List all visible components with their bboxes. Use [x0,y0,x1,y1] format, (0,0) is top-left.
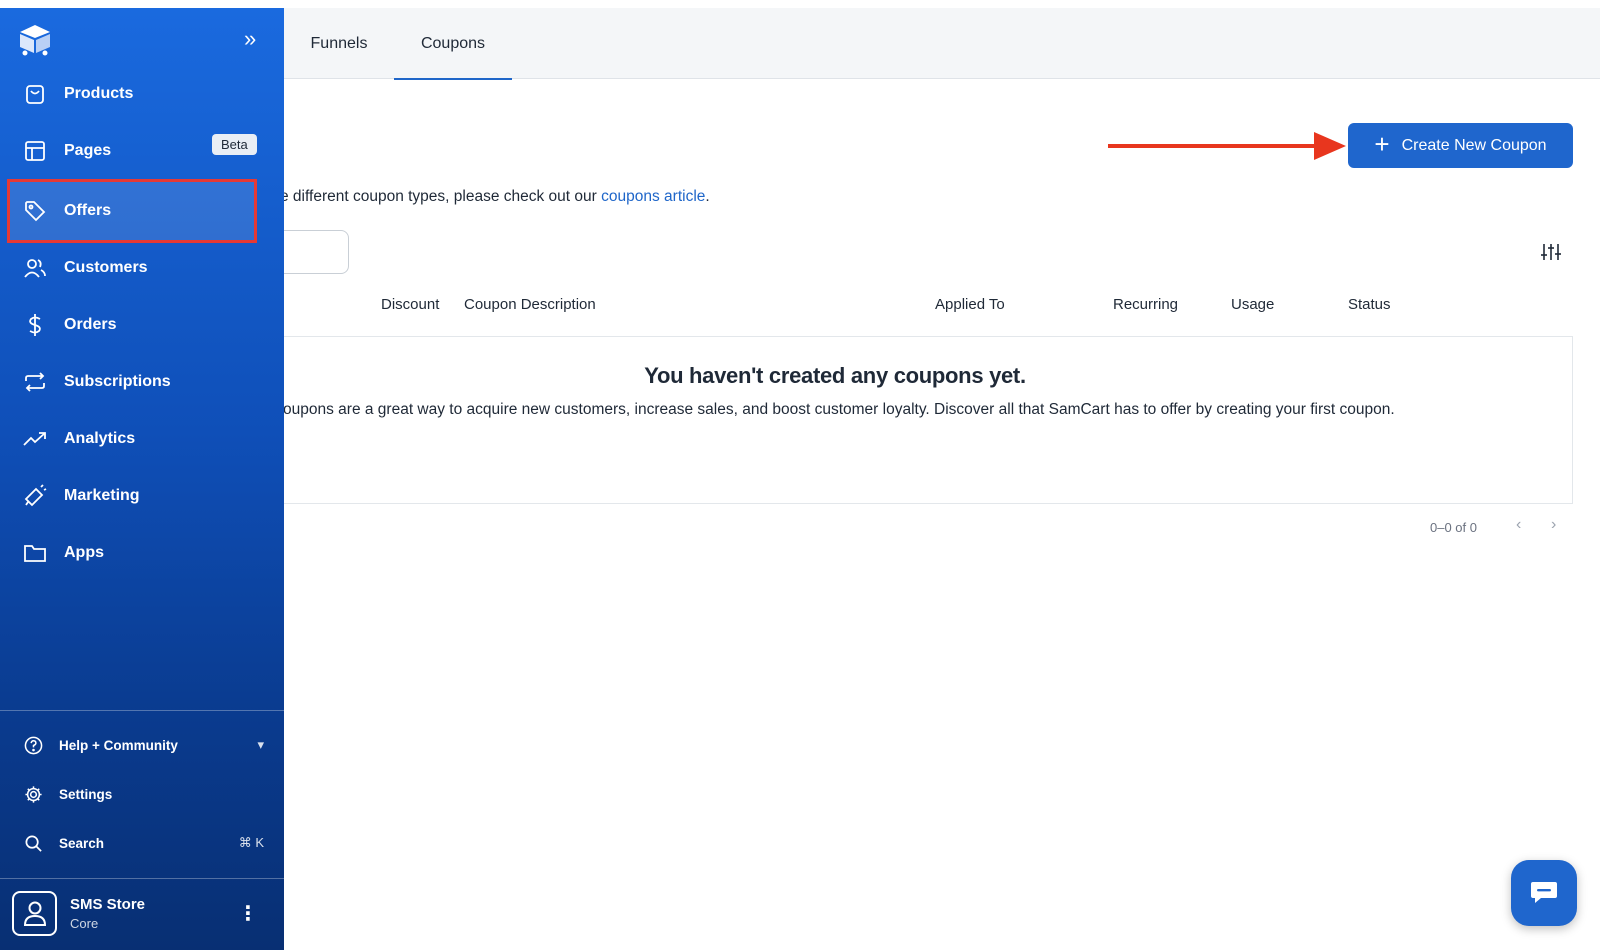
sidebar-item-label: Marketing [64,487,140,504]
sidebar-item-label: Apps [64,544,104,561]
empty-state-description: oupons are a great way to acquire new cu… [283,401,1395,418]
sidebar-divider [0,710,284,711]
search-shortcut: ⌘ K [238,835,264,850]
sidebar-divider [0,878,284,879]
megaphone-icon [10,484,60,508]
samcart-logo [20,25,50,56]
column-header-status[interactable]: Status [1348,296,1391,313]
column-header-recurring[interactable]: Recurring [1113,296,1178,313]
empty-state-panel [260,336,1573,504]
repeat-icon [10,371,60,393]
chevron-down-icon: ▾ [257,737,264,752]
sidebar-item-label: Orders [64,316,117,333]
annotation-arrow [1108,132,1346,160]
store-plan: Core [70,915,99,931]
filter-sliders-icon[interactable] [1540,242,1562,262]
pagination-range: 0–0 of 0 [1430,520,1477,535]
sidebar-item-offers[interactable]: Offers [7,179,257,243]
sidebar-item-products[interactable]: Products [10,68,250,120]
chat-bubble-icon [1531,882,1557,903]
sidebar-item-label: Analytics [64,430,136,447]
info-text: e different coupon types, please check o… [280,188,710,206]
column-header-discount[interactable]: Discount [381,296,439,313]
tag-icon [10,200,60,222]
chat-button[interactable] [1511,860,1577,926]
avatar [12,890,57,936]
column-header-usage[interactable]: Usage [1231,296,1274,313]
sidebar-item-label: Products [64,85,134,102]
sidebar-item-label: Subscriptions [64,373,171,390]
column-header-coupon-description[interactable]: Coupon Description [464,296,596,313]
info-text-before: e different coupon types, please check o… [280,188,602,205]
coupons-article-link[interactable]: coupons article [601,188,705,205]
user-icon [23,901,46,926]
users-icon [10,257,60,279]
column-header-applied-to[interactable]: Applied To [935,296,1005,313]
sidebar: » Products Pages Beta Offers Customers O… [0,8,284,950]
dollar-icon [10,313,60,337]
sidebar-item-orders[interactable]: Orders [10,299,250,351]
sidebar-item-label: Help + Community [59,737,178,753]
plus-icon: + [1374,129,1390,159]
help-circle-icon [24,736,43,754]
gear-icon [25,785,42,803]
sidebar-item-apps[interactable]: Apps [10,527,250,579]
layout-icon [10,140,60,162]
sidebar-item-help-community[interactable]: Help + Community ▾ [24,730,264,760]
create-new-coupon-label: Create New Coupon [1401,136,1547,154]
tab-funnels[interactable]: Funnels [303,8,375,79]
store-switcher[interactable]: SMS Store Core ⋮ [12,886,272,940]
sidebar-item-marketing[interactable]: Marketing [10,470,250,522]
sidebar-item-settings[interactable]: Settings [24,779,264,809]
tab-coupons[interactable]: Coupons [394,8,512,80]
create-new-coupon-button[interactable]: + Create New Coupon [1348,123,1573,168]
sidebar-item-label: Customers [64,259,148,276]
trend-icon [10,429,60,449]
info-text-after: . [705,188,710,205]
sidebar-item-subscriptions[interactable]: Subscriptions [10,356,250,408]
folder-icon [10,543,60,563]
sidebar-item-customers[interactable]: Customers [10,242,250,294]
sidebar-item-label: Search [59,835,105,851]
store-name: SMS Store [70,895,146,913]
sidebar-item-analytics[interactable]: Analytics [10,413,250,465]
pagination-next-button[interactable]: › [1551,516,1556,534]
sidebar-item-label: Settings [59,786,113,802]
beta-badge: Beta [212,134,257,155]
collapse-sidebar-button[interactable]: » [244,26,256,52]
sidebar-item-search[interactable]: Search ⌘ K [24,828,264,858]
sidebar-item-label: Pages [64,142,112,159]
more-vertical-icon[interactable]: ⋮ [238,901,258,926]
sidebar-item-label: Offers [64,202,112,219]
bag-icon [10,83,60,105]
pagination-prev-button[interactable]: ‹ [1516,516,1521,534]
search-icon [25,835,42,852]
